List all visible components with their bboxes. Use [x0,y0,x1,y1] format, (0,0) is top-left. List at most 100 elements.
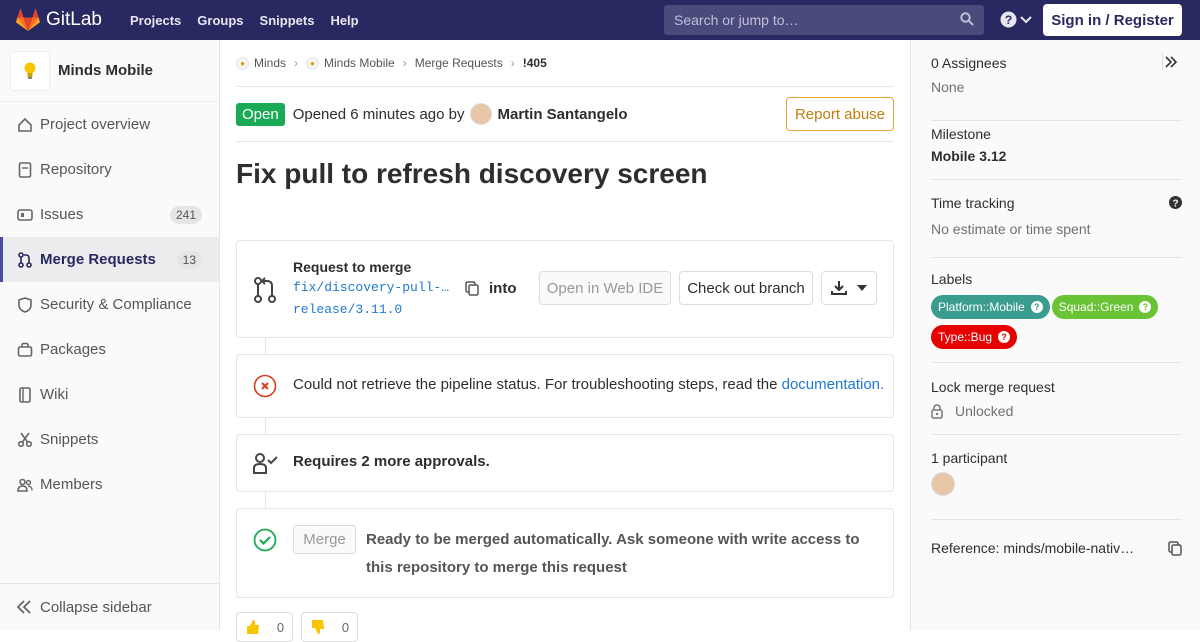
copy-reference-icon[interactable] [1168,540,1182,556]
sidebar-item-label: Merge Requests [40,251,156,268]
thumbs-down-button[interactable]: 0 [301,612,358,642]
success-check-icon [253,528,277,552]
search-placeholder: Search or jump to… [674,12,799,28]
top-navbar: GitLab Projects Groups Snippets Help Sea… [0,0,1200,40]
thumbs-up-count: 0 [276,619,285,635]
thumbs-down-icon [311,620,324,634]
source-branch-link[interactable]: fix/discovery-pull-… [293,280,449,295]
assignees-block: 0 Assignees None [931,55,1182,121]
minds-mobile-project-avatar: ● [306,56,320,70]
signin-register-button[interactable]: Sign in / Register [1043,4,1182,36]
breadcrumb-item-current[interactable]: !405 [523,56,547,70]
breadcrumb-label: Minds [254,56,287,70]
label-pill[interactable]: Type::Bug? [931,325,1018,349]
caret-down-icon [857,285,867,291]
sidebar-item-label: Wiki [40,386,69,403]
check-out-branch-button[interactable]: Check out branch [679,271,813,305]
pipeline-message: Could not retrieve the pipeline status. … [293,376,778,393]
documentation-link[interactable]: documentation. [782,376,885,393]
home-icon [18,117,32,132]
milestone-value[interactable]: Mobile 3.12 [931,148,1182,164]
question-circle-icon: ? [1000,11,1017,28]
gitlab-logo[interactable]: GitLab [16,9,102,31]
project-name: Minds Mobile [58,62,153,79]
book-icon [19,386,31,403]
breadcrumb-item-minds-mobile[interactable]: ● Minds Mobile › [306,56,415,70]
milestone-title: Milestone [931,126,991,142]
sidebar-item-members[interactable]: Members [0,462,219,507]
sidebar-item-project-overview[interactable]: Project overview [0,102,219,147]
into-label: into [489,280,517,297]
label-pill[interactable]: Platform::Mobile? [931,295,1050,319]
lock-title: Lock merge request [931,379,1055,395]
sidebar-item-merge-requests[interactable]: Merge Requests 13 [0,237,219,282]
thumbs-up-button[interactable]: 0 [236,612,293,642]
gitlab-tanuki-icon [16,9,40,31]
labels-title: Labels [931,271,973,287]
sidebar-item-label: Packages [40,341,106,358]
widget-connector [265,492,266,508]
label-pill[interactable]: Squad::Green? [1051,295,1159,319]
approval-user-check-icon [253,453,278,474]
sidebar-item-label: Repository [40,161,112,178]
project-avatar [10,50,50,91]
approvals-required-text: Requires 2 more approvals. [293,453,490,470]
participant-avatar[interactable] [931,472,955,496]
author-avatar[interactable] [469,103,492,125]
request-to-merge-label: Request to merge [293,259,412,275]
issuable-sidebar: 0 Assignees None Milestone Mobile 3.12 T… [910,40,1200,630]
widget-connector [265,418,266,434]
report-abuse-button[interactable]: Report abuse [786,97,894,131]
lock-block: Lock merge request Unlocked [931,379,1182,435]
nav-help[interactable]: Help [330,13,358,28]
search-icon [960,12,974,26]
milestone-block: Milestone Mobile 3.12 [931,126,1182,180]
sidebar-item-issues[interactable]: Issues 241 [0,192,219,237]
question-circle-icon[interactable]: ? [1169,196,1182,209]
pipeline-widget: Could not retrieve the pipeline status. … [236,354,894,418]
nav-snippets[interactable]: Snippets [260,13,315,28]
collapse-sidebar-label: Collapse sidebar [40,598,152,616]
merge-button[interactable]: Merge [293,525,356,554]
author-name[interactable]: Martin Santangelo [498,106,628,123]
breadcrumb: ● Minds › ● Minds Mobile › Merge Requests ›… [236,40,894,87]
merge-request-icon [254,277,276,303]
breadcrumb-label: Minds Mobile [324,56,395,70]
doc-icon [18,161,32,178]
download-dropdown-button[interactable] [821,271,877,305]
participants-title: 1 participant [931,450,1008,466]
copy-branch-icon[interactable] [465,281,479,296]
mr-status-row: Open Opened 6 minutes ago by Martin Sant… [236,87,894,142]
labels-list: Platform::Mobile? Squad::Green?Type::Bug? [931,295,1182,355]
project-header[interactable]: Minds Mobile [0,40,219,102]
ready-to-merge-text: Ready to be merged automatically. Ask so… [366,531,860,576]
lock-open-icon [931,403,943,419]
merge-request-widget: Request to merge fix/discovery-pull-… in… [236,240,894,338]
sidebar-item-snippets[interactable]: Snippets [0,417,219,462]
nav-projects[interactable]: Projects [130,13,181,28]
search-input[interactable]: Search or jump to… [664,5,984,35]
breadcrumb-item-merge-requests[interactable]: Merge Requests › [415,56,523,70]
page-title: Fix pull to refresh discovery screen [236,158,708,189]
nav-groups[interactable]: Groups [197,13,243,28]
package-icon [17,342,33,357]
help-dropdown[interactable]: ? [1000,11,1032,28]
sidebar-item-security[interactable]: Security & Compliance [0,282,219,327]
target-branch-link[interactable]: release/3.11.0 [293,302,402,317]
thumbs-down-count: 0 [341,619,350,635]
open-web-ide-button[interactable]: Open in Web IDE [539,271,671,305]
collapse-sidebar-button[interactable]: Collapse sidebar [0,583,219,630]
issues-icon [17,208,33,221]
question-circle-icon: ? [1030,301,1043,313]
reference-block: Reference: minds/mobile-nativ… [931,540,1182,556]
svg-text:?: ? [1005,13,1012,27]
time-tracking-title: Time tracking [931,195,1015,211]
question-circle-icon: ? [998,331,1011,343]
sidebar-item-repository[interactable]: Repository [0,147,219,192]
scissors-icon [17,432,33,447]
sidebar-item-wiki[interactable]: Wiki [0,372,219,417]
sidebar-item-packages[interactable]: Packages [0,327,219,372]
breadcrumb-item-minds[interactable]: ● Minds › [236,56,306,70]
participants-block: 1 participant [931,450,1182,520]
sidebar-item-label: Snippets [40,431,99,448]
